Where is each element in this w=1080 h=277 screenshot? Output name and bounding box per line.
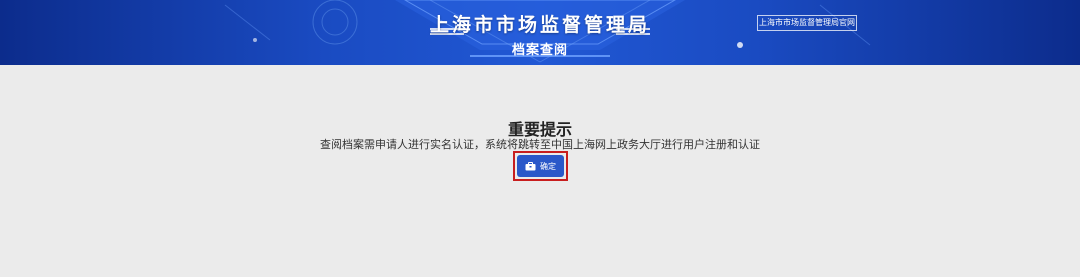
official-site-link[interactable]: 上海市市场监督管理局官网 [757,15,857,31]
confirm-button-label: 确定 [540,161,556,171]
confirm-button[interactable]: 确定 [517,155,564,177]
briefcase-icon [525,161,536,170]
site-title: 上海市市场监督管理局 [429,14,650,36]
page-subtitle: 档案查阅 [511,43,568,58]
header-banner: 上海市市场监督管理局 档案查阅 上海市市场监督管理局官网 [0,0,1080,65]
notice-message: 查阅档案需申请人进行实名认证，系统将跳转至中国上海网上政务大厅进行用户注册和认证 [320,138,760,151]
